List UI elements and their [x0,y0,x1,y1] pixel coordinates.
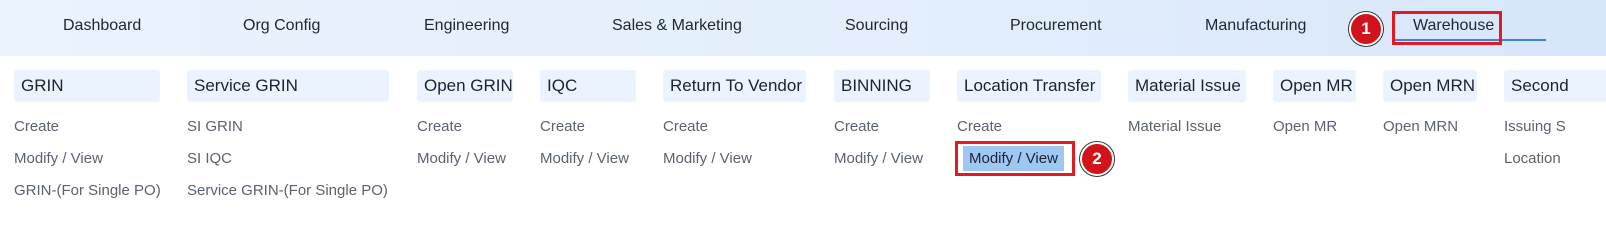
column-header: Open MR [1273,70,1356,102]
menu-item-create[interactable]: Create [14,118,59,135]
nav-org-config[interactable]: Org Config [243,17,320,35]
highlight-box-warehouse [1392,11,1502,45]
column-header: Material Issue [1128,70,1246,102]
menu-item-modify-view[interactable]: Modify / View [417,150,506,167]
menu-item-modify-view[interactable]: Modify / View [540,150,629,167]
menu-column-binning: BINNING Create Modify / View [834,70,930,210]
menu-column-open-mrn: Open MRN Open MRN [1383,70,1477,210]
column-header: IQC [540,70,636,102]
menu-column-return-to-vendor: Return To Vendor Create Modify / View [663,70,806,210]
menu-item-open-mrn[interactable]: Open MRN [1383,118,1458,135]
menu-item-grin-single-po[interactable]: GRIN-(For Single PO) [14,182,161,199]
menu-item-create[interactable]: Create [540,118,585,135]
menu-column-material-issue: Material Issue Material Issue [1128,70,1246,210]
column-header: Second [1504,70,1606,102]
menu-item-modify-view[interactable]: Modify / View [14,150,103,167]
column-header: Open GRIN [417,70,513,102]
menu-item-create[interactable]: Create [834,118,879,135]
menu-column-grin: GRIN Create Modify / View GRIN-(For Sing… [14,70,161,210]
nav-dashboard[interactable]: Dashboard [63,17,141,35]
menu-item-si-grin[interactable]: SI GRIN [187,118,243,135]
menu-item-service-grin-single-po[interactable]: Service GRIN-(For Single PO) [187,182,388,199]
menu-column-location-transfer: Location Transfer Create Modify / View [957,70,1101,210]
menu-item-create[interactable]: Create [417,118,462,135]
column-header: Return To Vendor [663,70,806,102]
menu-column-service-grin: Service GRIN SI GRIN SI IQC Service GRIN… [187,70,389,210]
highlight-box-modify-view [955,141,1075,176]
nav-procurement[interactable]: Procurement [1010,17,1102,35]
menu-column-open-mr: Open MR Open MR [1273,70,1356,210]
column-header: BINNING [834,70,930,102]
menu-item-location[interactable]: Location [1504,150,1561,167]
nav-manufacturing[interactable]: Manufacturing [1205,17,1306,35]
menu-item-create[interactable]: Create [663,118,708,135]
menu-item-open-mr[interactable]: Open MR [1273,118,1337,135]
nav-sourcing[interactable]: Sourcing [845,17,908,35]
step-badge-2: 2 [1080,142,1114,176]
column-header: Service GRIN [187,70,389,102]
menu-item-si-iqc[interactable]: SI IQC [187,150,232,167]
column-header: Location Transfer [957,70,1101,102]
menu-column-second: Second Issuing S Location [1504,70,1606,210]
menu-column-open-grin: Open GRIN Create Modify / View [417,70,513,210]
menu-item-material-issue[interactable]: Material Issue [1128,118,1221,135]
menu-item-modify-view[interactable]: Modify / View [663,150,752,167]
nav-sales-marketing[interactable]: Sales & Marketing [612,17,742,35]
column-header: Open MRN [1383,70,1477,102]
menu-item-create[interactable]: Create [957,118,1002,135]
menu-item-modify-view[interactable]: Modify / View [834,150,923,167]
menu-item-issuing[interactable]: Issuing S [1504,118,1566,135]
column-header: GRIN [14,70,160,102]
menu-column-iqc: IQC Create Modify / View [540,70,636,210]
step-badge-1: 1 [1349,12,1383,46]
nav-engineering[interactable]: Engineering [424,17,509,35]
